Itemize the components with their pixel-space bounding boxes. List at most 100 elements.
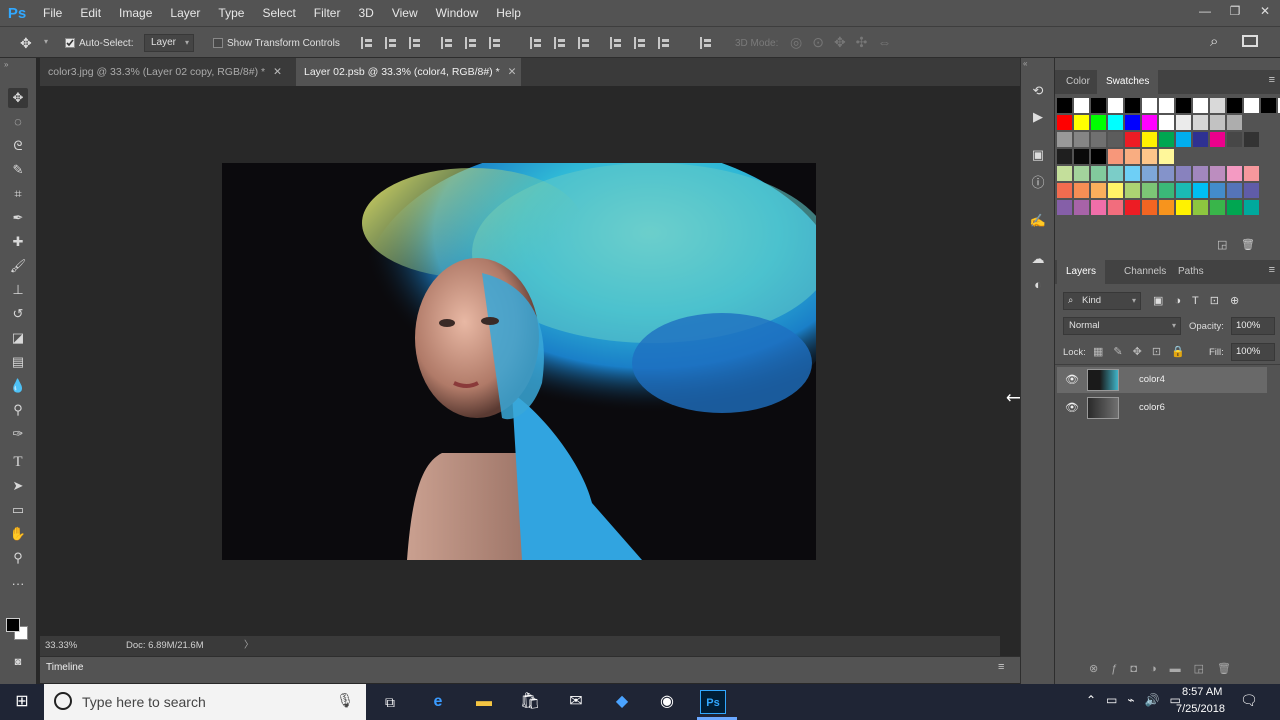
- align-hcenter-icon[interactable]: [465, 37, 477, 49]
- zoom-tool-icon[interactable]: ⚲: [8, 548, 28, 568]
- distribute-bottom-icon[interactable]: [578, 37, 590, 49]
- swatch[interactable]: [1159, 166, 1174, 181]
- swatch[interactable]: [1091, 183, 1106, 198]
- swatch[interactable]: [1210, 98, 1225, 113]
- task-view-icon[interactable]: ⧉: [378, 690, 402, 714]
- swatch[interactable]: [1057, 115, 1072, 130]
- chrome-icon[interactable]: ◉: [655, 690, 679, 714]
- foreground-color-swatch[interactable]: [6, 618, 20, 632]
- distribute-right-icon[interactable]: [658, 37, 670, 49]
- swatch[interactable]: [1057, 132, 1072, 147]
- swatch[interactable]: [1227, 166, 1242, 181]
- swatch[interactable]: [1125, 166, 1140, 181]
- align-top-icon[interactable]: [361, 37, 373, 49]
- swatch[interactable]: [1142, 132, 1157, 147]
- swatch[interactable]: [1142, 166, 1157, 181]
- layer-row-color6[interactable]: 👁 color6: [1057, 395, 1267, 421]
- crop-tool-icon[interactable]: ⌗: [8, 184, 28, 204]
- restore-button[interactable]: ❐: [1220, 0, 1250, 22]
- menu-type[interactable]: Type: [209, 0, 253, 26]
- swatch[interactable]: [1108, 166, 1123, 181]
- close-icon[interactable]: ✕: [273, 66, 282, 78]
- align-vcenter-icon[interactable]: [385, 37, 397, 49]
- swatch[interactable]: [1244, 183, 1259, 198]
- show-transform-checkbox[interactable]: [213, 38, 223, 48]
- distribute-vcenter-icon[interactable]: [554, 37, 566, 49]
- swatch[interactable]: [1091, 166, 1106, 181]
- menu-view[interactable]: View: [383, 0, 427, 26]
- quick-mask-icon[interactable]: ◙: [8, 652, 28, 672]
- tab-swatches[interactable]: Swatches: [1097, 70, 1159, 94]
- edge-browser-icon[interactable]: e: [426, 690, 450, 714]
- swatch[interactable]: [1244, 166, 1259, 181]
- menu-image[interactable]: Image: [110, 0, 161, 26]
- swatch[interactable]: [1193, 200, 1208, 215]
- distribute-top-icon[interactable]: [530, 37, 542, 49]
- swatch[interactable]: [1244, 98, 1259, 113]
- swatch[interactable]: [1142, 98, 1157, 113]
- move-tool-icon[interactable]: ✥: [8, 88, 28, 108]
- tab-channels[interactable]: Channels: [1115, 260, 1175, 284]
- layer-name[interactable]: color6: [1139, 402, 1165, 413]
- swatch[interactable]: [1193, 115, 1208, 130]
- swatch[interactable]: [1108, 98, 1123, 113]
- swatch[interactable]: [1074, 183, 1089, 198]
- windows-start-icon[interactable]: ⊞: [10, 690, 34, 714]
- type-tool-icon[interactable]: T: [8, 452, 28, 472]
- swatch[interactable]: [1244, 200, 1259, 215]
- swatch[interactable]: [1142, 149, 1157, 164]
- store-icon[interactable]: 🛍: [518, 690, 542, 714]
- status-menu-arrow-icon[interactable]: 〉: [244, 636, 254, 656]
- fill-input[interactable]: 100%: [1231, 343, 1275, 361]
- close-button[interactable]: ✕: [1250, 0, 1280, 22]
- menu-3d[interactable]: 3D: [349, 0, 382, 26]
- layer-actions-icons[interactable]: ⊗ƒ◘◑▬◲🗑: [1089, 662, 1244, 675]
- swatch[interactable]: [1125, 98, 1140, 113]
- swatch[interactable]: [1227, 200, 1242, 215]
- swatch[interactable]: [1142, 115, 1157, 130]
- libraries-icon[interactable]: ▣: [1029, 146, 1047, 164]
- swatch[interactable]: [1176, 98, 1191, 113]
- swatch[interactable]: [1074, 98, 1089, 113]
- swatch[interactable]: [1176, 115, 1191, 130]
- swatch[interactable]: [1159, 115, 1174, 130]
- tab-layers[interactable]: Layers: [1057, 260, 1106, 284]
- menu-edit[interactable]: Edit: [71, 0, 110, 26]
- align-bottom-icon[interactable]: [409, 37, 421, 49]
- distribute-hcenter-icon[interactable]: [634, 37, 646, 49]
- swatch[interactable]: [1176, 132, 1191, 147]
- history-icon[interactable]: ⟲: [1029, 82, 1047, 100]
- swatch[interactable]: [1108, 149, 1123, 164]
- eraser-tool-icon[interactable]: ◪: [8, 328, 28, 348]
- align-left-icon[interactable]: [441, 37, 453, 49]
- taskbar-search[interactable]: Type here to search 🎙: [44, 684, 366, 720]
- tab-color[interactable]: Color: [1057, 70, 1099, 94]
- swatch[interactable]: [1227, 183, 1242, 198]
- opacity-input[interactable]: 100%: [1231, 317, 1275, 335]
- swatch[interactable]: [1074, 115, 1089, 130]
- photoshop-taskbar-icon[interactable]: Ps: [700, 690, 726, 714]
- swatch[interactable]: [1193, 183, 1208, 198]
- swatch[interactable]: [1091, 149, 1106, 164]
- swatch[interactable]: [1057, 166, 1072, 181]
- chevron-down-icon[interactable]: ▾: [44, 37, 48, 46]
- swatch[interactable]: [1091, 115, 1106, 130]
- path-selection-tool-icon[interactable]: ➤: [8, 476, 28, 496]
- swatch[interactable]: [1108, 183, 1123, 198]
- rectangle-tool-icon[interactable]: ▭: [8, 500, 28, 520]
- clock-time[interactable]: 8:57 AM: [1182, 686, 1222, 698]
- swatch[interactable]: [1261, 98, 1276, 113]
- clock-date[interactable]: 7/25/2018: [1176, 703, 1225, 715]
- action-center-icon[interactable]: 🗨: [1240, 692, 1258, 709]
- auto-align-icon[interactable]: [700, 37, 712, 49]
- swatch[interactable]: [1227, 132, 1242, 147]
- swatch[interactable]: [1210, 183, 1225, 198]
- workspace-icon[interactable]: [1242, 35, 1258, 47]
- swatch[interactable]: [1057, 149, 1072, 164]
- move-tool-icon[interactable]: ✥: [20, 35, 32, 52]
- swatch[interactable]: [1125, 132, 1140, 147]
- swatch[interactable]: [1057, 183, 1072, 198]
- new-swatch-icon[interactable]: ◲: [1217, 238, 1227, 251]
- swatch[interactable]: [1074, 149, 1089, 164]
- brush-settings-icon[interactable]: ✍: [1029, 212, 1047, 230]
